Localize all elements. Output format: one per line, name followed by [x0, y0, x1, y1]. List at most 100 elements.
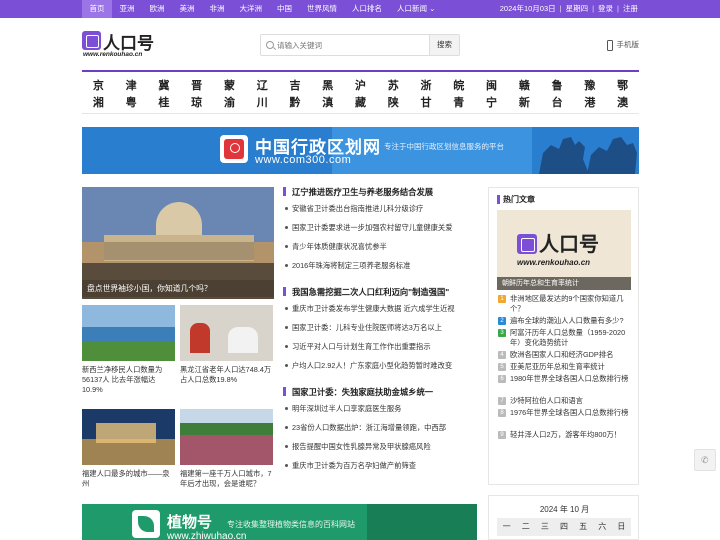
news-item[interactable]: 23省份人口数据出炉：浙江海增量领跑，中西部 [283, 418, 478, 437]
hot-article-item[interactable]: 4 欧洲各国家人口和经济GDP排名 [497, 350, 631, 360]
news-item[interactable]: 重庆市卫计委发布学生健康大数据 近六成学生近视 [283, 299, 478, 318]
province-link[interactable]: 黔 [285, 95, 305, 111]
hot-article-item[interactable]: 9 轻井泽人口2万，游客年均800万！ [497, 430, 631, 440]
nav-item[interactable]: 首页 [82, 0, 112, 18]
news-item[interactable]: 户均人口2.92人！广东家庭小型化趋势暂时难改变 [283, 356, 478, 375]
news-item[interactable]: 重庆市卫计委为百万名孕妇做产前筛查 [283, 456, 478, 475]
rank-badge: 2 [498, 317, 506, 325]
ad-banner-zhiwuhao[interactable]: 植物号 专注收集整理植物类信息的百科网站 www.zhiwuhao.cn [82, 504, 477, 540]
site-header: 人口号 www.renkouhao.cn 搜索 手机版 [82, 18, 639, 72]
province-link[interactable]: 浙 [416, 78, 436, 94]
nav-item[interactable]: 欧洲 [142, 0, 172, 18]
search-input[interactable] [277, 35, 427, 55]
province-link[interactable]: 京 [88, 78, 108, 94]
contact-float-button[interactable]: ✆ [694, 449, 716, 471]
province-link[interactable]: 鲁 [547, 78, 567, 94]
province-link[interactable]: 琼 [187, 95, 207, 111]
news-section: 我国急需挖掘二次人口红利迈向"制造强国" 重庆市卫计委发布学生健康大数据 近六成… [283, 286, 478, 375]
news-item[interactable]: 国家卫计委：儿科专业住院医师将达3万名以上 [283, 318, 478, 337]
rank-badge: 9 [498, 431, 506, 439]
hot-article-featured[interactable]: 人口号 www.renkouhao.cn 朝鲜历年总和生育率统计 [497, 210, 631, 290]
ad-banner-com300[interactable]: 中国行政区划网 www.com300.com 专注于中国行政区划信息服务的平台 [82, 127, 639, 174]
nav-item[interactable]: 中国 [270, 0, 300, 18]
province-link[interactable]: 津 [121, 78, 141, 94]
search-button[interactable]: 搜索 [429, 35, 459, 55]
hot-article-item[interactable]: 5 亚美尼亚历年总和生育率统计 [497, 362, 631, 372]
province-link[interactable]: 吉 [285, 78, 305, 94]
feature-article[interactable]: 盘点世界袖珍小国，你知道几个吗？ [82, 187, 274, 299]
nav-item[interactable]: 非洲 [202, 0, 232, 18]
news-item[interactable]: 2016年珠海将制定三项养老服务标准 [283, 256, 478, 275]
province-link[interactable]: 粤 [121, 95, 141, 111]
bottom-banner-url: www.zhiwuhao.cn [167, 531, 247, 540]
nav-item[interactable]: 亚洲 [112, 0, 142, 18]
thumb-image [180, 409, 273, 465]
hot-article-item[interactable]: 3 阿富汗历年人口总数量（1959-2020年）变化趋势统计 [497, 328, 631, 348]
province-link[interactable]: 渝 [219, 95, 239, 111]
login-link[interactable]: 登录 [596, 4, 615, 13]
nav-item[interactable]: 世界风情 [300, 0, 345, 18]
register-link[interactable]: 注册 [621, 4, 640, 13]
province-link[interactable]: 甘 [416, 95, 436, 111]
news-item[interactable]: 报告提醒中国女性乳腺异常及甲状腺癌风险 [283, 437, 478, 456]
province-link[interactable]: 湘 [88, 95, 108, 111]
nav-item[interactable]: 人口新闻 ⌄ [390, 0, 443, 18]
thumb-article[interactable]: 福建人口最多的城市——泉州 [82, 409, 175, 494]
province-link[interactable]: 桂 [154, 95, 174, 111]
thumb-article[interactable]: 福建第一座千万人口城市，7年后才出现，会是谁呢？ [180, 409, 273, 494]
news-section: 辽宁推进医疗卫生与养老服务结合发展 安徽省卫计委出台指南推进儿科分级诊疗 国家卫… [283, 186, 478, 275]
province-link[interactable]: 澳 [613, 95, 633, 111]
news-item[interactable]: 青少年体质健康状况喜忧参半 [283, 237, 478, 256]
province-link[interactable]: 青 [449, 95, 469, 111]
news-headline[interactable]: 我国急需挖掘二次人口红利迈向"制造强国" [283, 286, 478, 299]
province-link[interactable]: 陕 [383, 95, 403, 111]
province-link[interactable]: 宁 [482, 95, 502, 111]
news-item[interactable]: 安徽省卫计委出台指南推进儿科分级诊疗 [283, 199, 478, 218]
province-link[interactable]: 闽 [482, 78, 502, 94]
map-pin-icon [220, 135, 248, 163]
province-link[interactable]: 黑 [318, 78, 338, 94]
hot-article-item[interactable]: 8 1976年世界全球各国人口总数排行榜 [497, 408, 631, 428]
site-logo[interactable]: 人口号 www.renkouhao.cn [82, 31, 162, 61]
province-link[interactable]: 苏 [383, 78, 403, 94]
province-link[interactable]: 蒙 [219, 78, 239, 94]
hot-article-title: 遍布全球的潮汕人人口数量有多少? [510, 316, 624, 325]
news-item[interactable]: 习近平对人口与计划生育工作作出重要指示 [283, 337, 478, 356]
province-link[interactable]: 滇 [318, 95, 338, 111]
province-link[interactable]: 川 [252, 95, 272, 111]
province-link[interactable]: 藏 [351, 95, 371, 111]
news-item[interactable]: 国家卫计委要求进一步加强农村留守儿童健康关爱 [283, 218, 478, 237]
mobile-version-link[interactable]: 手机版 [606, 38, 639, 52]
nav-item[interactable]: 人口排名 [345, 0, 390, 18]
weekday-label: 三 [540, 522, 549, 531]
thumb-title: 福建第一座千万人口城市，7年后才出现，会是谁呢？ [180, 469, 272, 488]
province-link[interactable]: 赣 [514, 78, 534, 94]
news-headline[interactable]: 国家卫计委：失独家庭扶助金城乡统一 [283, 386, 478, 399]
lion-statue-image [539, 137, 637, 174]
province-link[interactable]: 辽 [252, 78, 272, 94]
thumb-image [82, 409, 175, 465]
province-link[interactable]: 港 [580, 95, 600, 111]
hot-article-item[interactable]: 7 沙特阿拉伯人口和语言 [497, 396, 631, 406]
phone-icon: ✆ [701, 455, 709, 465]
province-link[interactable]: 沪 [351, 78, 371, 94]
thumb-article[interactable]: 新西兰净移民人口数量为56137人 比去年涨幅达10.9% [82, 305, 175, 400]
thumb-title: 福建人口最多的城市——泉州 [82, 469, 170, 488]
province-link[interactable]: 鄂 [613, 78, 633, 94]
hot-article-item[interactable]: 1 非洲地区最发达的9个国家你知道几个？ [497, 294, 631, 314]
weekday-label: 一 [502, 522, 511, 531]
news-headline[interactable]: 辽宁推进医疗卫生与养老服务结合发展 [283, 186, 478, 199]
province-link[interactable]: 豫 [580, 78, 600, 94]
province-link[interactable]: 冀 [154, 78, 174, 94]
nav-item[interactable]: 美洲 [172, 0, 202, 18]
hot-article-item[interactable]: 6 1980年世界全球各国人口总数排行榜 [497, 374, 631, 394]
hot-article-item[interactable]: 2 遍布全球的潮汕人人口数量有多少? [497, 316, 631, 326]
hot-article-title: 沙特阿拉伯人口和语言 [510, 396, 583, 405]
province-link[interactable]: 晋 [187, 78, 207, 94]
province-link[interactable]: 台 [547, 95, 567, 111]
news-item[interactable]: 明年深圳过半人口享家庭医生服务 [283, 399, 478, 418]
province-link[interactable]: 新 [514, 95, 534, 111]
province-link[interactable]: 皖 [449, 78, 469, 94]
nav-item[interactable]: 大洋洲 [232, 0, 270, 18]
thumb-article[interactable]: 黑龙江省老年人口达748.4万 占人口总数19.8% [180, 305, 273, 400]
